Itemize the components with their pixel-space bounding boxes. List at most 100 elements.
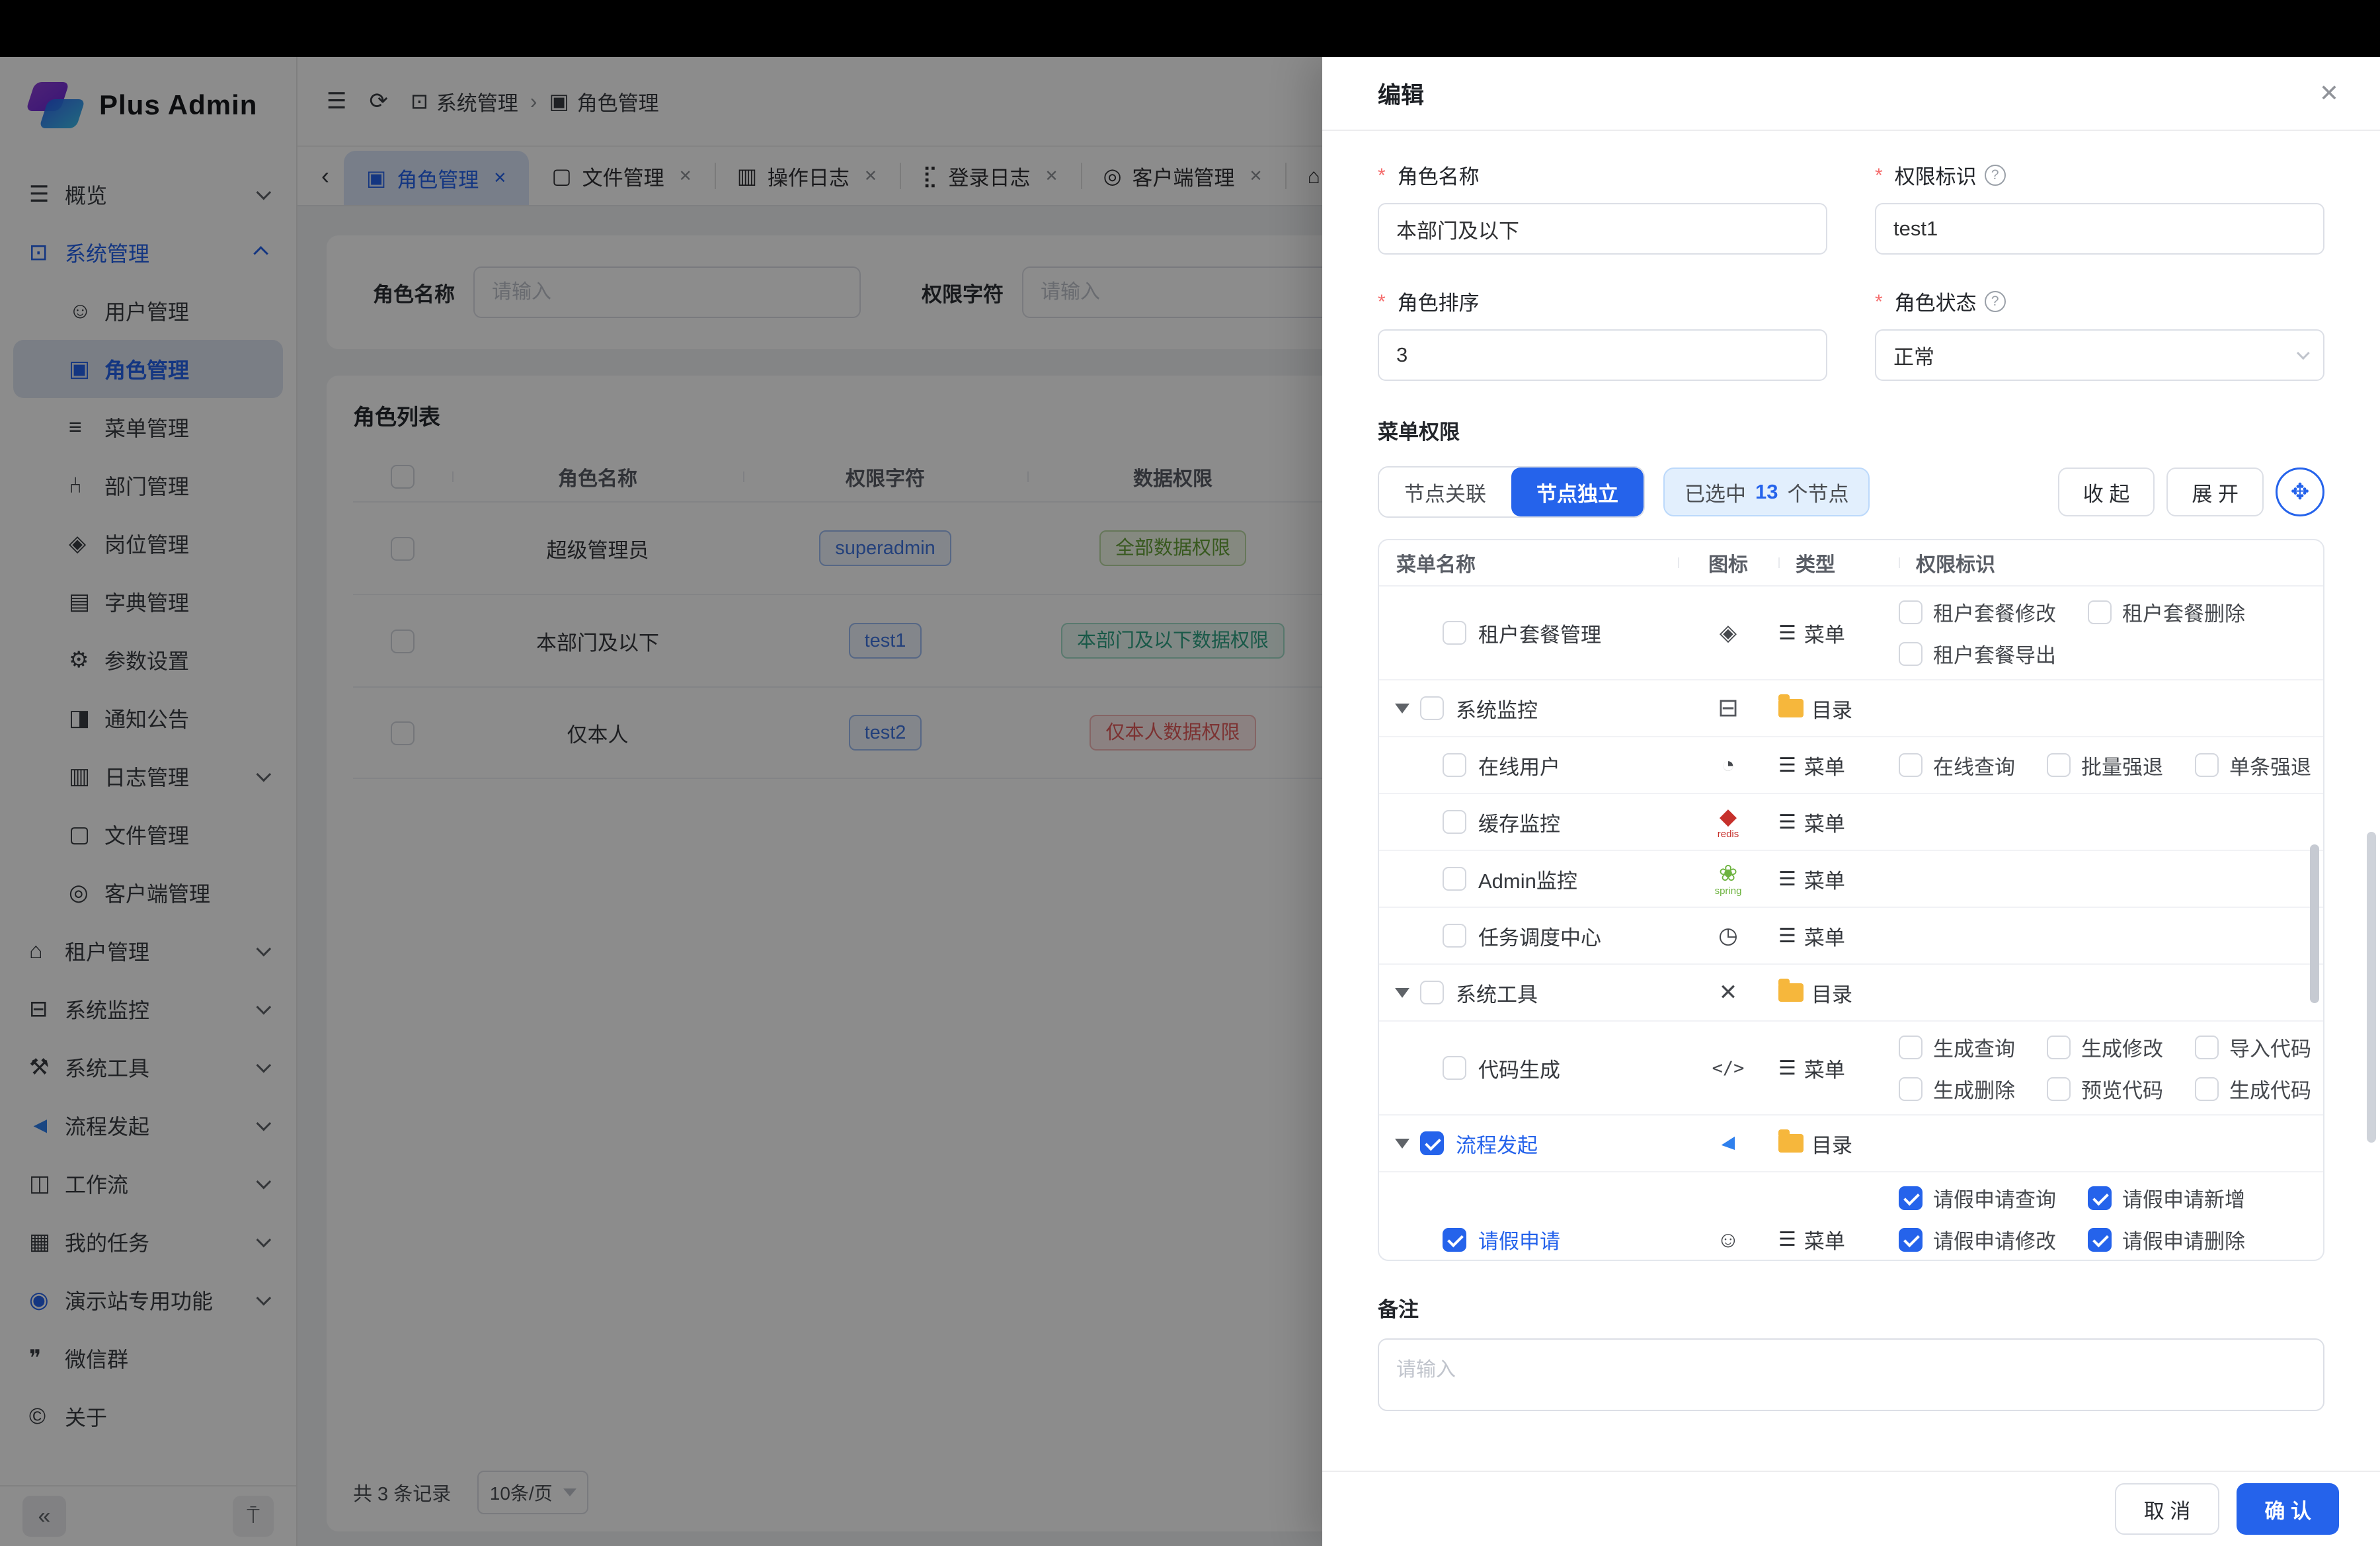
node-label: 任务调度中心 — [1478, 921, 1601, 951]
close-drawer-icon[interactable]: ✕ — [2319, 79, 2339, 107]
node-checkbox[interactable] — [1443, 1228, 1466, 1252]
permission-option[interactable]: 在线查询 — [1899, 751, 2015, 780]
tree-header: 菜单名称 图标 类型 权限标识 — [1379, 540, 2323, 587]
permission-option[interactable]: 生成查询 — [1899, 1032, 2015, 1062]
permission-checkbox[interactable] — [1899, 1077, 1923, 1101]
segment-node-independent[interactable]: 节点独立 — [1511, 468, 1644, 516]
permission-checkbox[interactable] — [2195, 1077, 2219, 1101]
permission-option[interactable]: 导入代码 — [2195, 1032, 2311, 1062]
fullscreen-icon[interactable] — [2276, 468, 2324, 516]
help-icon[interactable] — [1985, 165, 2006, 186]
permission-checkbox[interactable] — [1899, 1186, 1923, 1210]
selected-nodes-badge: 已选中 13 个节点 — [1663, 468, 1870, 516]
confirm-button[interactable]: 确 认 — [2237, 1483, 2339, 1535]
schedule-icon — [1718, 924, 1738, 947]
folder-icon — [1778, 1134, 1804, 1153]
tree-row[interactable]: Admin监控 菜单 — [1379, 851, 2323, 908]
menu-type-icon — [1778, 1228, 1796, 1251]
role-status-select[interactable]: 正常 — [1875, 329, 2324, 381]
permission-checkbox[interactable] — [2088, 1186, 2112, 1210]
required-asterisk — [1378, 290, 1390, 313]
expand-all-button[interactable]: 展 开 — [2166, 468, 2264, 516]
permission-checkbox[interactable] — [1899, 1036, 1923, 1059]
tree-row[interactable]: 系统监控 目录 — [1379, 680, 2323, 737]
tools-icon — [1719, 981, 1738, 1004]
node-checkbox[interactable] — [1443, 621, 1466, 645]
menu-type-icon — [1778, 868, 1796, 891]
permission-option[interactable]: 请假申请删除 — [2088, 1225, 2245, 1254]
node-checkbox[interactable] — [1443, 753, 1466, 777]
permission-checkbox[interactable] — [1899, 642, 1923, 666]
tree-column-type: 类型 — [1778, 548, 1899, 577]
perm-key-field[interactable] — [1875, 203, 2324, 255]
caret-down-icon[interactable] — [1395, 704, 1409, 713]
tree-row[interactable]: 请假申请 菜单 — [1379, 1172, 2323, 1261]
tree-row[interactable]: 流程发起 目录 — [1379, 1116, 2323, 1172]
caret-down-icon[interactable] — [1395, 1139, 1409, 1149]
permission-checkbox[interactable] — [1899, 600, 1923, 624]
permission-option[interactable]: 请假申请修改 — [1899, 1225, 2056, 1254]
required-asterisk — [1378, 163, 1390, 187]
spring-icon — [1715, 862, 1742, 896]
permission-option[interactable]: 生成代码 — [2195, 1074, 2311, 1104]
permission-option[interactable]: 租户套餐修改 — [1899, 597, 2056, 627]
permission-option[interactable]: 批量强退 — [2047, 751, 2163, 780]
remark-textarea[interactable] — [1378, 1338, 2324, 1411]
monitor-icon — [1718, 696, 1739, 721]
role-sort-field[interactable] — [1378, 329, 1827, 381]
cancel-button[interactable]: 取 消 — [2115, 1483, 2220, 1535]
permission-checkbox[interactable] — [1899, 753, 1923, 777]
drawer-scrollbar-thumb[interactable] — [2367, 832, 2376, 1143]
tree-row[interactable]: 代码生成 菜单 — [1379, 1022, 2323, 1116]
role-name-field[interactable] — [1378, 203, 1827, 255]
permission-checkbox[interactable] — [2088, 600, 2112, 624]
tree-row[interactable]: 缓存监控 菜单 — [1379, 794, 2323, 851]
permission-option[interactable]: 租户套餐删除 — [2088, 597, 2245, 627]
node-type-label: 菜单 — [1804, 864, 1845, 894]
segment-node-linked[interactable]: 节点关联 — [1379, 468, 1511, 516]
permission-option[interactable]: 请假申请新增 — [2088, 1183, 2245, 1213]
tree-row[interactable]: 任务调度中心 菜单 — [1379, 908, 2323, 965]
tree-row[interactable]: 租户套餐管理 菜单 — [1379, 587, 2323, 680]
permission-option[interactable]: 生成删除 — [1899, 1074, 2015, 1104]
permission-checkbox[interactable] — [2195, 753, 2219, 777]
permission-option[interactable]: 请假申请查询 — [1899, 1183, 2056, 1213]
folder-icon — [1778, 983, 1804, 1002]
collapse-all-button[interactable]: 收 起 — [2058, 468, 2155, 516]
permission-checkbox[interactable] — [2195, 1036, 2219, 1059]
node-checkbox[interactable] — [1443, 810, 1466, 834]
permission-option[interactable]: 单条强退 — [2195, 751, 2311, 780]
permission-option[interactable]: 租户套餐导出 — [1899, 639, 2056, 669]
tree-column-perm-key: 权限标识 — [1899, 548, 2323, 577]
package-icon — [1720, 622, 1737, 644]
node-checkbox[interactable] — [1420, 981, 1444, 1004]
menu-perm-controls: 节点关联 节点独立 已选中 13 个节点 收 起 展 开 — [1378, 466, 2324, 518]
tree-scrollbar-thumb[interactable] — [2310, 844, 2319, 1003]
permission-checkbox[interactable] — [2047, 1036, 2071, 1059]
permission-checkbox[interactable] — [2047, 753, 2071, 777]
required-asterisk — [1875, 163, 1887, 187]
node-checkbox[interactable] — [1420, 1131, 1444, 1155]
node-type-label: 菜单 — [1804, 618, 1845, 648]
permission-checkbox[interactable] — [2047, 1077, 2071, 1101]
node-checkbox[interactable] — [1443, 867, 1466, 891]
chevron-down-icon — [2297, 346, 2310, 360]
vscode-icon — [1717, 1132, 1739, 1155]
node-checkbox[interactable] — [1443, 1056, 1466, 1080]
node-label: 缓存监控 — [1478, 807, 1560, 837]
tree-row[interactable]: 在线用户 菜单 — [1379, 737, 2323, 794]
node-checkbox[interactable] — [1420, 696, 1444, 720]
node-label: 代码生成 — [1478, 1053, 1560, 1083]
permission-option[interactable]: 预览代码 — [2047, 1074, 2163, 1104]
tree-row[interactable]: 系统工具 目录 — [1379, 965, 2323, 1022]
caret-down-icon[interactable] — [1395, 988, 1409, 998]
redis-icon — [1718, 805, 1739, 839]
permission-checkbox[interactable] — [2088, 1228, 2112, 1252]
selected-count: 13 — [1755, 480, 1778, 504]
node-checkbox[interactable] — [1443, 924, 1466, 948]
tree-column-icon: 图标 — [1678, 548, 1778, 577]
tree-body: 租户套餐管理 菜单 — [1379, 587, 2323, 1261]
permission-option[interactable]: 生成修改 — [2047, 1032, 2163, 1062]
help-icon[interactable] — [1985, 291, 2006, 312]
permission-checkbox[interactable] — [1899, 1228, 1923, 1252]
